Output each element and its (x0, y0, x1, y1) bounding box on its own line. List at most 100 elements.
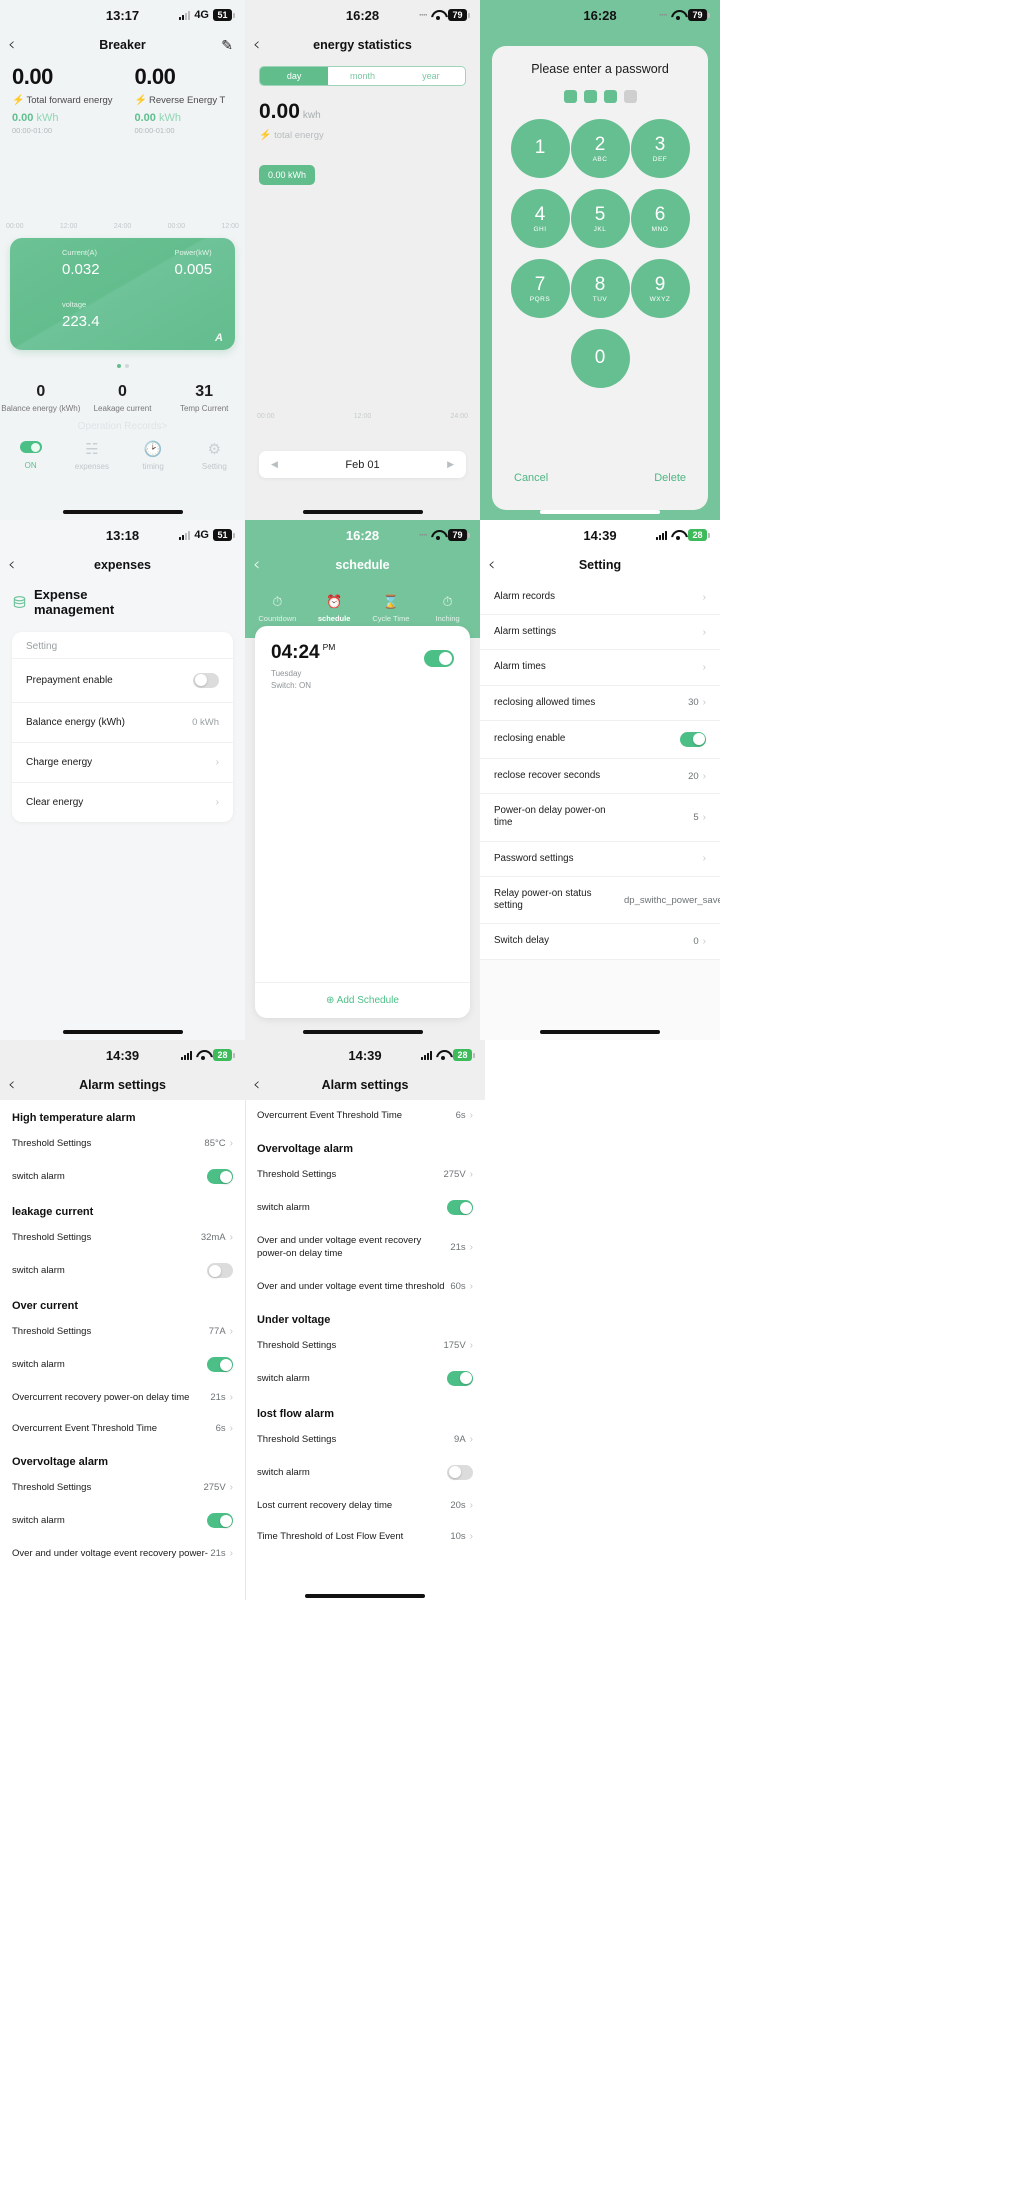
row-threshold-settings[interactable]: Threshold Settings 275V› (0, 1472, 245, 1503)
row-charge-energy[interactable]: Charge energy › (12, 742, 233, 782)
schedule-item-toggle[interactable] (424, 650, 454, 667)
row-over-under-voltage-recovery-delay[interactable]: Over and under voltage event recovery po… (245, 1225, 485, 1271)
switch-alarm-toggle[interactable] (207, 1169, 233, 1184)
setting-row-relay-power-on-status[interactable]: Relay power-on status setting dp_swithc_… (480, 877, 720, 924)
chevron-left-icon[interactable]: ◀ (271, 459, 278, 470)
key-6[interactable]: 6MNO (631, 189, 690, 248)
cancel-button[interactable]: Cancel (514, 472, 548, 484)
key-9[interactable]: 9WXYZ (631, 259, 690, 318)
schedule-header: 16:28 ···· 79 ‹ schedule ⏱ Countdown (245, 520, 480, 638)
row-switch-alarm[interactable]: switch alarm (245, 1455, 485, 1490)
schedule-item-day: Tuesday (255, 669, 470, 678)
back-icon[interactable]: ‹ (8, 36, 15, 54)
row-threshold-settings[interactable]: Threshold Settings 9A› (245, 1424, 485, 1455)
chevron-right-icon: › (703, 662, 706, 673)
switch-alarm-toggle[interactable] (447, 1200, 473, 1215)
row-overcurrent-recovery-delay[interactable]: Overcurrent recovery power-on delay time… (0, 1382, 245, 1413)
meter-card[interactable]: Current(A) 0.032 Power(kW) 0.005 voltage… (10, 238, 235, 350)
key-5[interactable]: 5JKL (571, 189, 630, 248)
row-overcurrent-event-threshold[interactable]: Overcurrent Event Threshold Time 6s› (245, 1100, 485, 1131)
row-lost-current-recovery-delay[interactable]: Lost current recovery delay time 20s› (245, 1490, 485, 1521)
row-overcurrent-event-threshold[interactable]: Overcurrent Event Threshold Time 6s› (0, 1413, 245, 1444)
setting-row-switch-delay[interactable]: Switch delay 0› (480, 924, 720, 959)
row-over-under-voltage-recovery[interactable]: Over and under voltage event recovery po… (0, 1538, 245, 1569)
row-clear-energy[interactable]: Clear energy › (12, 782, 233, 822)
back-icon[interactable]: ‹ (8, 556, 15, 574)
setting-row-reclose-recover-seconds[interactable]: reclose recover seconds 20› (480, 759, 720, 794)
key-8[interactable]: 8TUV (571, 259, 630, 318)
tab-cycle-time[interactable]: ⌛ Cycle Time (363, 594, 420, 623)
back-icon[interactable]: ‹ (253, 556, 260, 574)
key-3[interactable]: 3DEF (631, 119, 690, 178)
segment-day[interactable]: day (260, 67, 328, 85)
back-icon[interactable]: ‹ (488, 556, 495, 574)
segment-month[interactable]: month (328, 67, 396, 85)
segment-year[interactable]: year (397, 67, 465, 85)
switch-alarm-toggle[interactable] (207, 1357, 233, 1372)
prepayment-toggle[interactable] (193, 673, 219, 688)
tab-inching[interactable]: ⏱ Inching (419, 594, 476, 623)
nav-bar: ‹ expenses (0, 550, 245, 580)
switch-alarm-toggle[interactable] (447, 1371, 473, 1386)
chevron-right-icon: › (470, 1531, 473, 1542)
operation-records-link[interactable]: Operation Records> (0, 421, 245, 432)
row-threshold-settings[interactable]: Threshold Settings 275V› (245, 1159, 485, 1190)
date-navigator[interactable]: ◀ Feb 01 ▶ (259, 451, 466, 478)
cellular-signal-icon (181, 1051, 192, 1060)
wifi-icon (196, 1050, 209, 1060)
row-threshold-settings[interactable]: Threshold Settings 175V› (245, 1330, 485, 1361)
row-switch-alarm[interactable]: switch alarm (0, 1159, 245, 1194)
setting-row-alarm-times[interactable]: Alarm times › (480, 650, 720, 685)
tab-countdown[interactable]: ⏱ Countdown (249, 594, 306, 623)
period-segmented-control[interactable]: day month year (259, 66, 466, 86)
setting-row-reclosing-enable[interactable]: reclosing enable (480, 721, 720, 759)
row-balance-energy[interactable]: Balance energy (kWh) 0 kWh (12, 702, 233, 742)
back-icon[interactable]: ‹ (253, 1076, 260, 1094)
key-0[interactable]: 0 (571, 329, 630, 388)
chevron-right-icon[interactable]: ▶ (447, 459, 454, 470)
tab-on[interactable]: ON (0, 440, 61, 471)
home-indicator (303, 1030, 423, 1034)
tab-expenses[interactable]: ☵ expenses (61, 440, 122, 471)
key-2[interactable]: 2ABC (571, 119, 630, 178)
home-indicator (63, 1030, 183, 1034)
row-lost-flow-event-time-threshold[interactable]: Time Threshold of Lost Flow Event 10s› (245, 1521, 485, 1552)
row-threshold-settings[interactable]: Threshold Settings 32mA› (0, 1222, 245, 1253)
back-icon[interactable]: ‹ (253, 36, 260, 54)
timer-icon: ⏱ (249, 594, 306, 610)
switch-alarm-toggle[interactable] (207, 1513, 233, 1528)
add-schedule-button[interactable]: ⊕ Add Schedule (255, 982, 470, 1006)
row-switch-alarm[interactable]: switch alarm (0, 1347, 245, 1382)
setting-row-password-settings[interactable]: Password settings › (480, 842, 720, 877)
setting-row-reclosing-allowed-times[interactable]: reclosing allowed times 30› (480, 686, 720, 721)
chevron-right-icon: › (703, 627, 706, 638)
current-date-label: Feb 01 (345, 459, 379, 471)
row-switch-alarm[interactable]: switch alarm (245, 1361, 485, 1396)
key-7[interactable]: 7PQRS (511, 259, 570, 318)
row-threshold-settings[interactable]: Threshold Settings 77A› (0, 1316, 245, 1347)
key-1[interactable]: 1 (511, 119, 570, 178)
row-switch-alarm[interactable]: switch alarm (245, 1190, 485, 1225)
reclosing-enable-toggle[interactable] (680, 732, 706, 747)
setting-row-alarm-settings[interactable]: Alarm settings › (480, 615, 720, 650)
row-threshold-settings[interactable]: Threshold Settings 85°C› (0, 1128, 245, 1159)
tab-schedule[interactable]: ⏰ schedule (306, 594, 363, 623)
row-prepayment-enable[interactable]: Prepayment enable (12, 658, 233, 702)
switch-alarm-toggle[interactable] (447, 1465, 473, 1480)
row-over-under-voltage-time-threshold[interactable]: Over and under voltage event time thresh… (245, 1271, 485, 1302)
tab-timing[interactable]: 🕑 timing (123, 440, 184, 471)
setting-row-power-on-delay[interactable]: Power-on delay power-on time 5› (480, 794, 720, 841)
carousel-dots[interactable] (0, 355, 245, 373)
panel-alarm-settings-right: 14:39 28 ‹ Alarm settings Overcurrent Ev… (245, 1040, 485, 1600)
row-switch-alarm[interactable]: switch alarm (0, 1503, 245, 1538)
setting-row-alarm-records[interactable]: Alarm records › (480, 580, 720, 615)
key-4[interactable]: 4GHI (511, 189, 570, 248)
tab-setting[interactable]: ⚙ Setting (184, 440, 245, 471)
delete-button[interactable]: Delete (654, 472, 686, 484)
pencil-icon[interactable]: ✎ (221, 37, 233, 54)
chevron-right-icon: › (470, 1169, 473, 1180)
row-switch-alarm[interactable]: switch alarm (0, 1253, 245, 1288)
switch-alarm-toggle[interactable] (207, 1263, 233, 1278)
back-icon[interactable]: ‹ (8, 1076, 15, 1094)
alarm-block-high-temperature: High temperature alarm Threshold Setting… (0, 1100, 245, 1194)
